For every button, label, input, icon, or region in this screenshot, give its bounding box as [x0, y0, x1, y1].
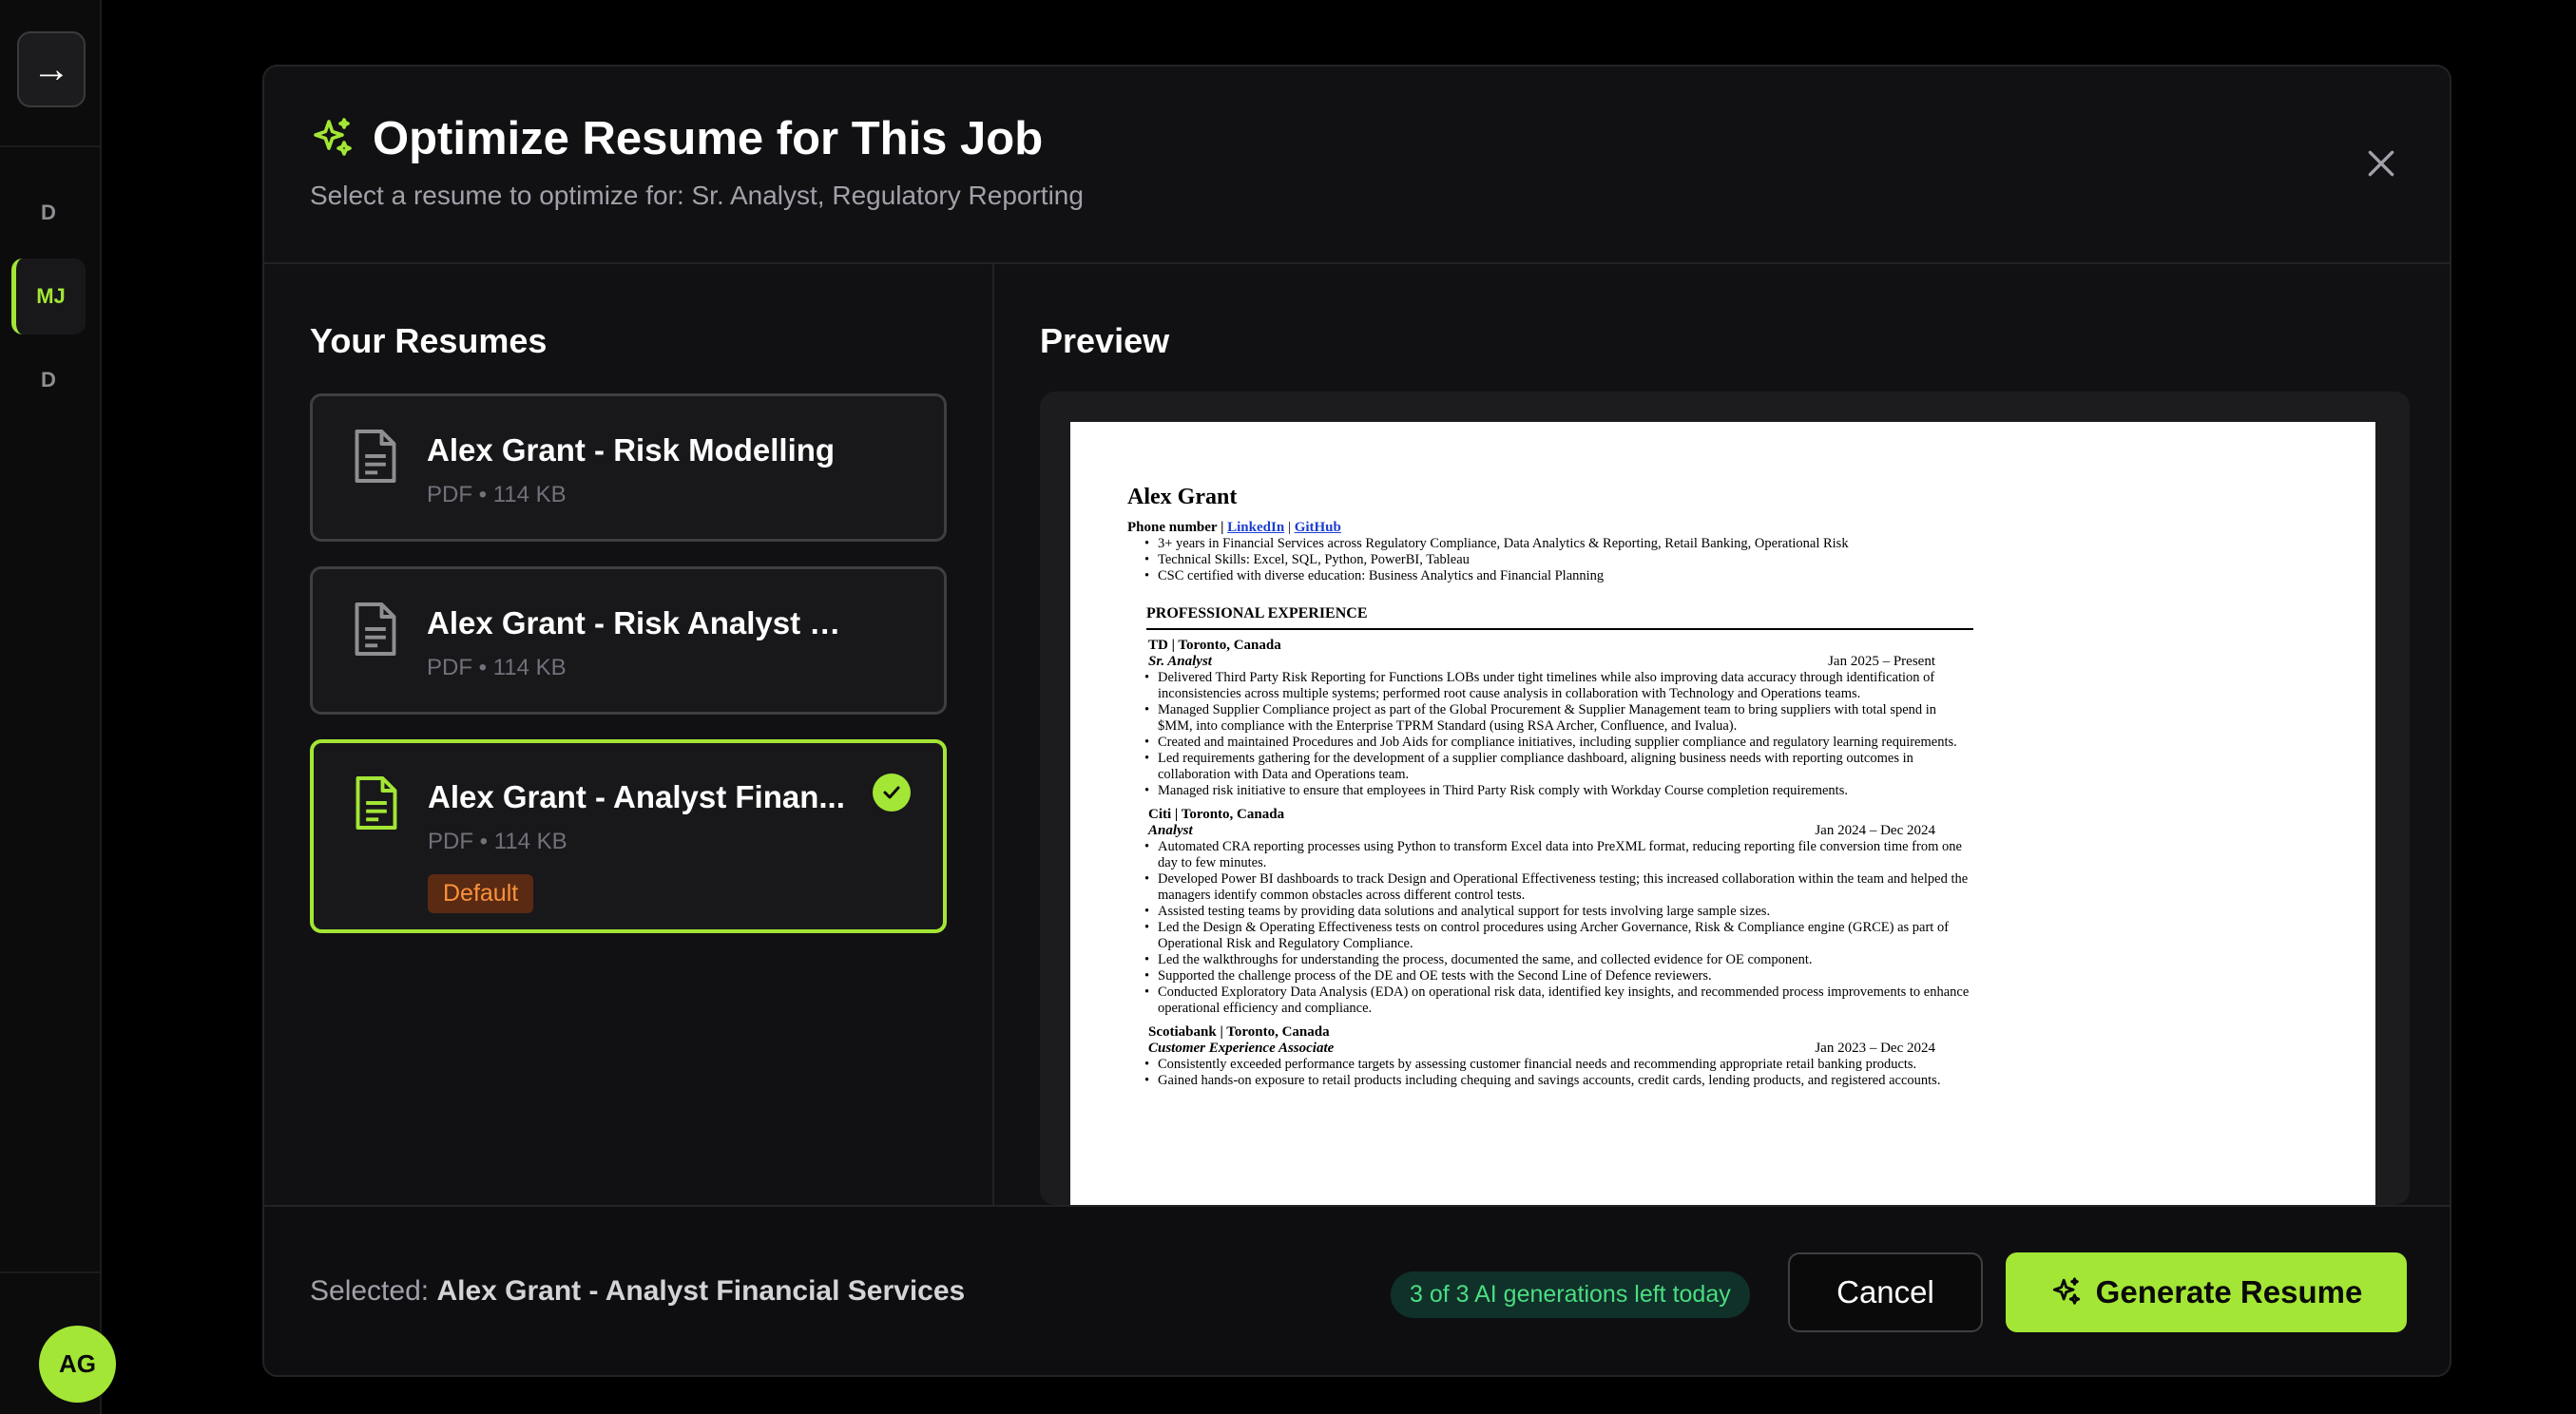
generate-resume-button[interactable]: Generate Resume [2006, 1252, 2407, 1332]
sidebar: → D MJ D AG [0, 0, 116, 1414]
sidebar-divider [0, 145, 102, 147]
job-role: Customer Experience Associate [1148, 1041, 1335, 1056]
job-bullets: Automated CRA reporting processes using … [1144, 839, 1973, 1017]
sidebar-item-mj[interactable]: MJ [11, 258, 86, 334]
resume-candidate-name: Alex Grant [1127, 485, 1238, 509]
job-bullet: Led the Design & Operating Effectiveness… [1144, 920, 1973, 952]
default-badge: Default [428, 874, 534, 913]
resume-meta: PDF • 114 KB [427, 482, 567, 507]
job-bullet: Managed risk initiative to ensure that e… [1144, 783, 1973, 799]
job-role: Sr. Analyst [1148, 654, 1212, 669]
modal-subtitle: Select a resume to optimize for: Sr. Ana… [310, 181, 1084, 210]
job-bullet: Developed Power BI dashboards to track D… [1144, 871, 1973, 904]
phone-label: Phone number | [1127, 520, 1224, 535]
job-bullet: Created and maintained Procedures and Jo… [1144, 735, 1973, 751]
generations-left-badge: 3 of 3 AI generations left today [1391, 1271, 1750, 1318]
sidebar-divider-bottom [0, 1271, 102, 1273]
selected-value: Alex Grant - Analyst Financial Services [436, 1275, 966, 1307]
resume-preview[interactable]: Alex Grant Phone number | LinkedIn | Git… [1040, 392, 2410, 1205]
job-bullet: Conducted Exploratory Data Analysis (EDA… [1144, 984, 1973, 1017]
modal-title: Optimize Resume for This Job [373, 113, 1044, 164]
resume-meta: PDF • 114 KB [428, 829, 567, 854]
resume-meta: PDF • 114 KB [427, 655, 567, 680]
job-role-row: Sr. Analyst Jan 2025 – Present [1148, 654, 1935, 670]
modal-header: Optimize Resume for This Job Select a re… [264, 67, 2450, 264]
job-bullet: Led the walkthroughs for understanding t… [1144, 952, 1973, 968]
user-avatar[interactable]: AG [39, 1326, 116, 1403]
job-dates: Jan 2023 – Dec 2024 [1815, 1041, 1935, 1056]
resume-document: Alex Grant Phone number | LinkedIn | Git… [1070, 422, 2375, 1205]
selected-resume-text: Selected: Alex Grant - Analyst Financial… [310, 1275, 965, 1308]
resume-card[interactable]: Alex Grant - Risk Modelling PDF • 114 KB [310, 393, 947, 542]
summary-item: Technical Skills: Excel, SQL, Python, Po… [1144, 552, 1973, 568]
job-bullet: Managed Supplier Compliance project as p… [1144, 702, 1973, 735]
job-company: TD | Toronto, Canada [1148, 638, 1281, 653]
job-bullet: Automated CRA reporting processes using … [1144, 839, 1973, 871]
your-resumes-heading: Your Resumes [310, 321, 548, 360]
job-bullet: Consistently exceeded performance target… [1144, 1057, 1973, 1073]
modal-footer: Selected: Alex Grant - Analyst Financial… [264, 1205, 2450, 1375]
resume-card[interactable]: Alex Grant - Risk Analyst Insur... PDF •… [310, 566, 947, 715]
job-company: Scotiabank | Toronto, Canada [1148, 1024, 1330, 1040]
summary-item: 3+ years in Financial Services across Re… [1144, 536, 1973, 552]
file-text-icon [355, 430, 396, 483]
job-company: Citi | Toronto, Canada [1148, 807, 1285, 822]
optimize-resume-modal: Optimize Resume for This Job Select a re… [262, 65, 2451, 1377]
selected-label: Selected: [310, 1275, 430, 1307]
close-icon[interactable] [2362, 144, 2400, 182]
preview-heading: Preview [1040, 321, 1170, 360]
resume-contact: Phone number | LinkedIn | GitHub [1127, 520, 1341, 535]
preview-pane: Preview Alex Grant Phone number | Linked… [994, 264, 2450, 1205]
expand-sidebar-button[interactable]: → [17, 31, 86, 107]
job-bullet: Delivered Third Party Risk Reporting for… [1144, 670, 1973, 702]
resume-name: Alex Grant - Analyst Finan... [428, 779, 845, 814]
job-dates: Jan 2024 – Dec 2024 [1815, 823, 1935, 838]
resume-name: Alex Grant - Risk Modelling [427, 432, 836, 468]
check-icon [873, 774, 911, 812]
sidebar-item-d-2[interactable]: D [11, 342, 86, 418]
cancel-button[interactable]: Cancel [1788, 1252, 1983, 1332]
job-bullet: Assisted testing teams by providing data… [1144, 904, 1973, 920]
file-text-icon [355, 602, 396, 656]
job-bullet: Gained hands-on exposure to retail produ… [1144, 1073, 1973, 1089]
section-heading: PROFESSIONAL EXPERIENCE [1146, 605, 1973, 630]
linkedin-link[interactable]: LinkedIn [1227, 520, 1284, 535]
resume-name: Alex Grant - Risk Analyst Insur... [427, 605, 845, 640]
resume-card-selected[interactable]: Alex Grant - Analyst Finan... PDF • 114 … [310, 739, 947, 933]
summary-list: 3+ years in Financial Services across Re… [1144, 536, 1973, 584]
resume-list-pane: Your Resumes Alex Grant - Risk Modelling… [264, 264, 994, 1205]
job-role: Analyst [1148, 823, 1193, 838]
job-bullet: Led requirements gathering for the devel… [1144, 751, 1973, 783]
job-bullets: Delivered Third Party Risk Reporting for… [1144, 670, 1973, 799]
job-bullets: Consistently exceeded performance target… [1144, 1057, 1973, 1089]
github-link[interactable]: GitHub [1295, 520, 1341, 535]
sidebar-item-d[interactable]: D [11, 175, 86, 251]
arrow-right-icon: → [32, 48, 70, 90]
file-text-icon [356, 776, 397, 830]
job-role-row: Customer Experience Associate Jan 2023 – … [1148, 1041, 1935, 1057]
job-dates: Jan 2025 – Present [1828, 654, 1935, 669]
sparkles-icon [314, 118, 352, 156]
generate-resume-label: Generate Resume [2095, 1274, 2363, 1309]
summary-item: CSC certified with diverse education: Bu… [1144, 568, 1973, 584]
job-role-row: Analyst Jan 2024 – Dec 2024 [1148, 823, 1935, 839]
job-bullet: Supported the challenge process of the D… [1144, 968, 1973, 984]
sparkles-icon [2052, 1277, 2080, 1305]
